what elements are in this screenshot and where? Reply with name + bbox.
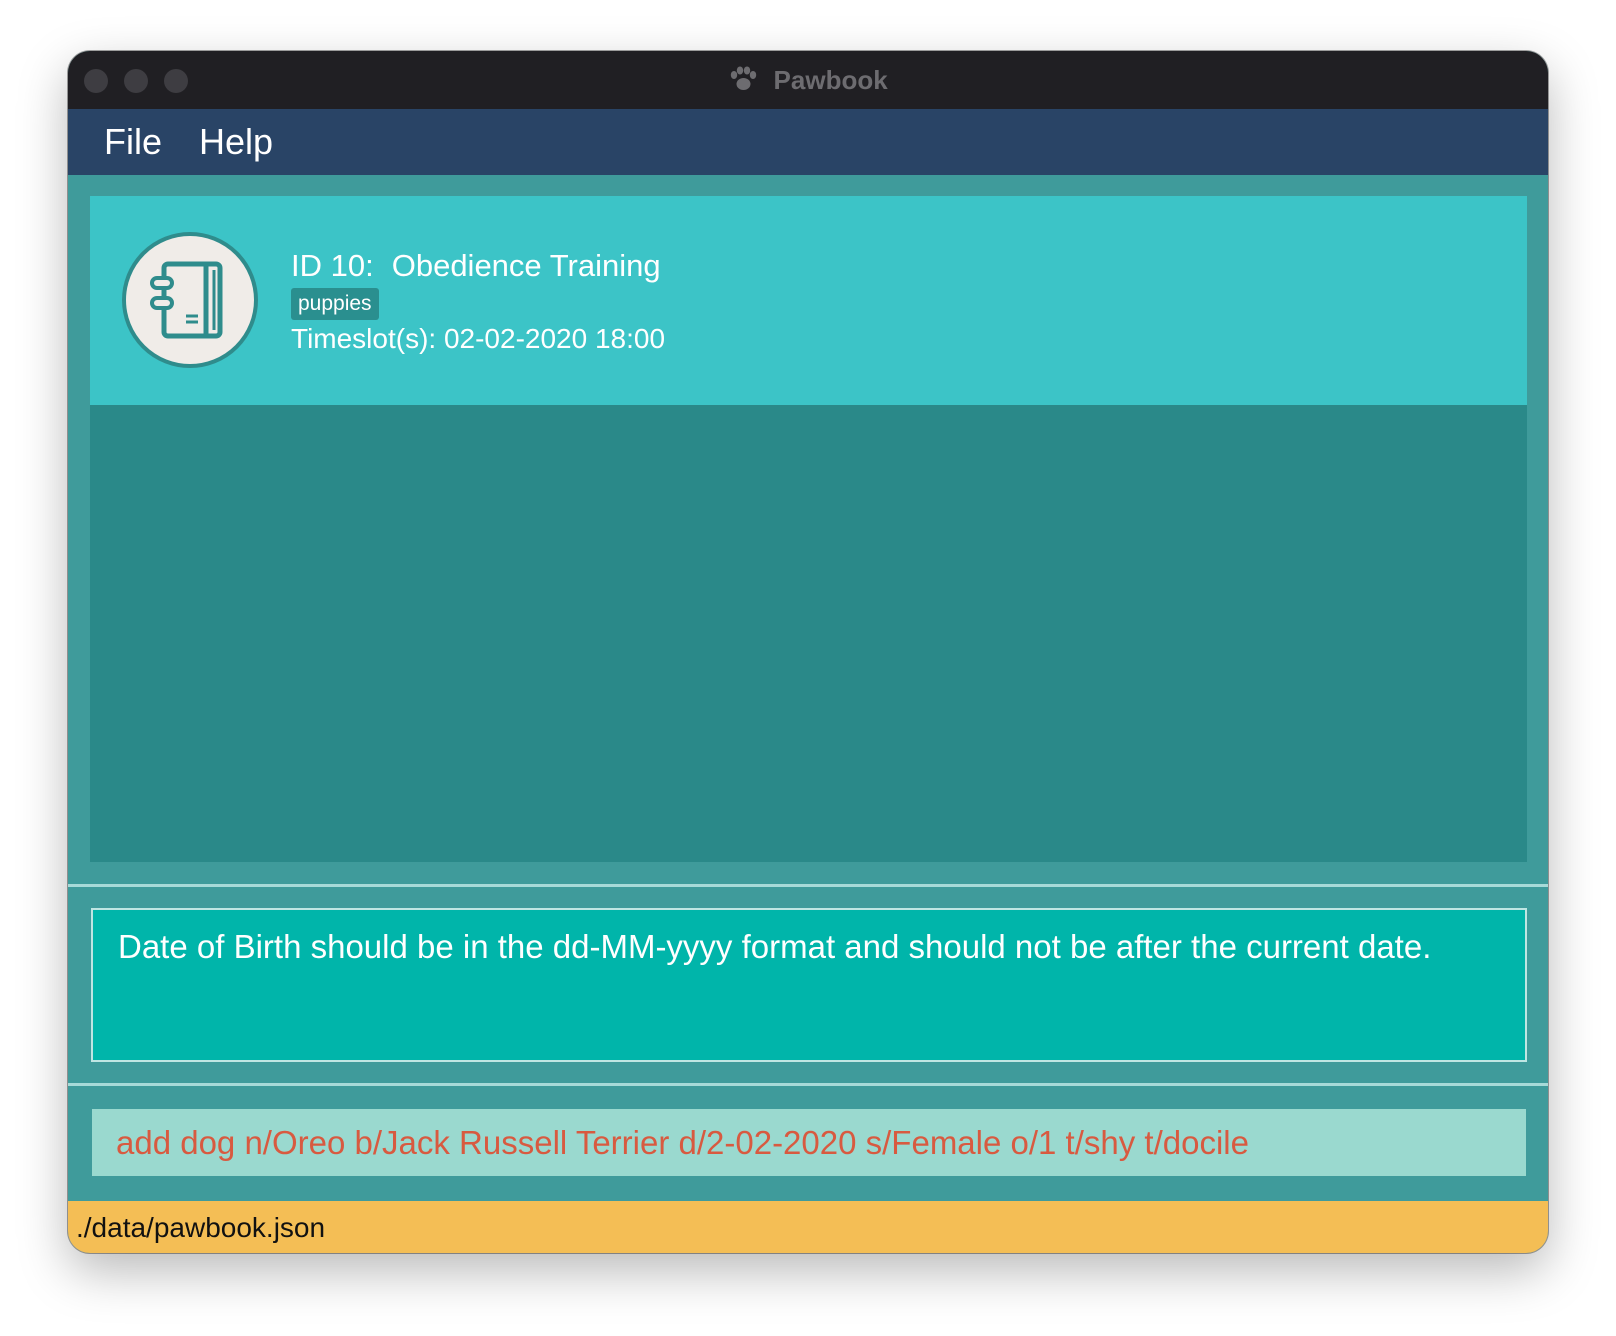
paw-icon xyxy=(731,66,757,90)
result-message: Date of Birth should be in the dd-MM-yyy… xyxy=(118,928,1432,965)
window-title: Pawbook xyxy=(68,65,1548,96)
notebook-icon xyxy=(150,261,223,339)
program-timeslot: Timeslot(s): 02-02-2020 18:00 xyxy=(291,323,666,354)
program-avatar xyxy=(122,232,258,368)
program-title: ID 10: Obedience Training xyxy=(291,248,679,284)
status-bar: ./data/pawbook.json xyxy=(68,1201,1548,1253)
program-card[interactable]: ID 10: Obedience Training puppies Timeslo… xyxy=(90,196,1527,405)
command-input[interactable] xyxy=(116,1109,1502,1176)
panel-divider xyxy=(68,884,1548,887)
menu-help[interactable]: Help xyxy=(199,121,273,163)
program-id: ID 10: xyxy=(291,248,374,283)
menu-file[interactable]: File xyxy=(104,121,162,163)
program-name: Obedience Training xyxy=(391,248,661,283)
panel-divider xyxy=(68,1083,1548,1086)
command-box[interactable] xyxy=(92,1109,1526,1176)
save-file-path: ./data/pawbook.json xyxy=(76,1212,326,1243)
program-list-panel[interactable]: ID 10: Obedience Training puppies Timeslo… xyxy=(90,196,1527,862)
title-bar: Pawbook xyxy=(68,51,1548,109)
app-window: Pawbook File Help ID 10: Obedience Traini… xyxy=(68,51,1548,1253)
menu-bar: File Help xyxy=(68,109,1548,175)
result-display: Date of Birth should be in the dd-MM-yyy… xyxy=(91,908,1527,1062)
window-title-text: Pawbook xyxy=(773,65,888,95)
program-tag: puppies xyxy=(291,288,379,320)
